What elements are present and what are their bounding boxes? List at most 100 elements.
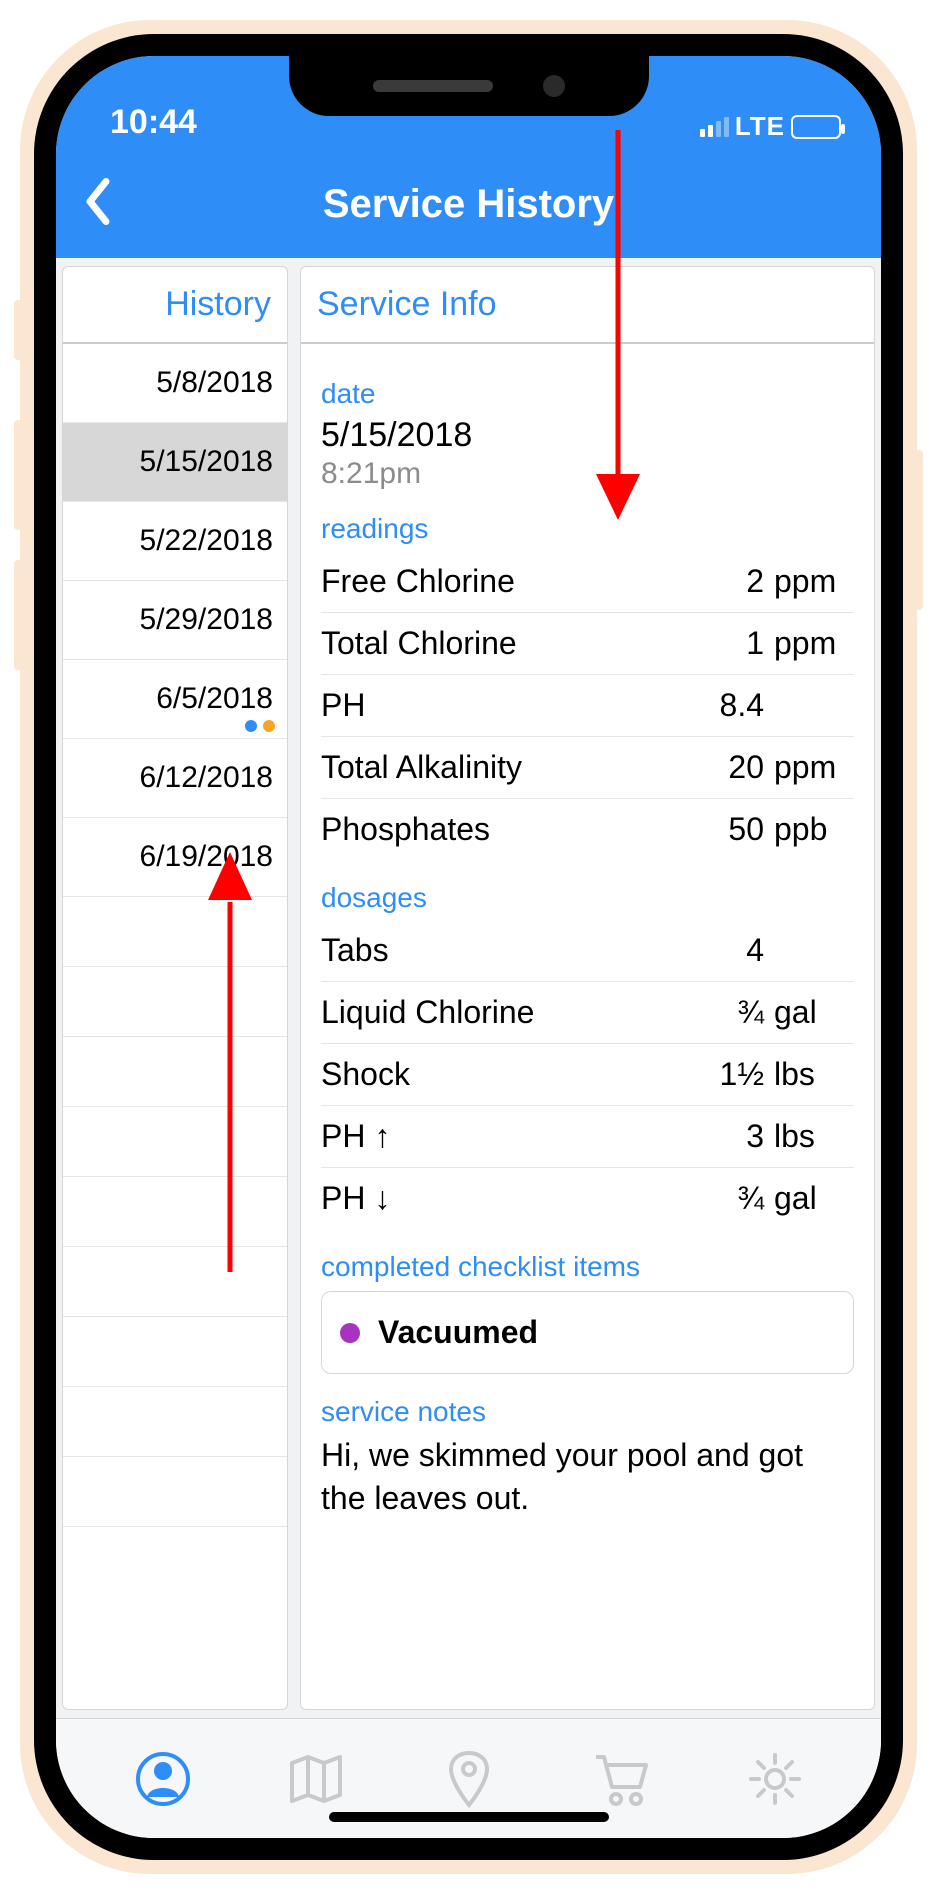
dosages-row: Tabs4	[321, 920, 854, 982]
status-dot-icon	[245, 720, 257, 732]
dosages-unit: gal	[774, 1180, 854, 1217]
history-item-empty	[63, 967, 287, 1037]
back-button[interactable]	[84, 178, 112, 231]
history-item-label: 5/15/2018	[140, 445, 273, 478]
history-item-label: 5/29/2018	[140, 603, 273, 636]
service-info-header: Service Info	[301, 267, 874, 344]
history-item-empty	[63, 1107, 287, 1177]
history-item[interactable]: 6/5/2018	[63, 660, 287, 739]
checklist-dot-icon	[340, 1323, 360, 1343]
screen: 10:44 LTE	[56, 56, 881, 1838]
readings-label: Total Alkalinity	[321, 749, 684, 786]
readings-row: Free Chlorine2ppm	[321, 551, 854, 613]
settings-tab[interactable]	[743, 1747, 807, 1811]
readings-label: Free Chlorine	[321, 563, 684, 600]
readings-row: PH8.4	[321, 675, 854, 737]
checklist-item-label: Vacuumed	[378, 1314, 538, 1351]
status-time: 10:44	[110, 103, 197, 142]
notes-label: service notes	[321, 1396, 854, 1428]
cart-tab[interactable]	[590, 1747, 654, 1811]
home-indicator[interactable]	[329, 1812, 609, 1822]
dosages-row: PH ↓¾gal	[321, 1168, 854, 1229]
signal-icon	[700, 117, 729, 137]
history-header: History	[63, 267, 287, 344]
dosages-value: 3	[684, 1118, 774, 1155]
date-label: date	[321, 378, 854, 410]
history-item-empty	[63, 897, 287, 967]
dosages-row: PH ↑3lbs	[321, 1106, 854, 1168]
readings-table: Free Chlorine2ppmTotal Chlorine1ppmPH8.4…	[321, 551, 854, 860]
readings-row: Total Alkalinity20ppm	[321, 737, 854, 799]
dosages-unit: lbs	[774, 1118, 854, 1155]
history-item-label: 5/8/2018	[156, 366, 273, 399]
status-dots	[245, 720, 275, 732]
dosages-value: 1½	[684, 1056, 774, 1093]
dosages-value: 4	[684, 932, 774, 969]
readings-label: Total Chlorine	[321, 625, 684, 662]
history-item[interactable]: 5/22/2018	[63, 502, 287, 581]
dosages-label: Tabs	[321, 932, 684, 969]
history-item[interactable]: 5/8/2018	[63, 344, 287, 423]
readings-value: 2	[684, 563, 774, 600]
service-time: 8:21pm	[321, 457, 854, 491]
readings-unit: ppb	[774, 811, 854, 848]
history-item[interactable]: 6/19/2018	[63, 818, 287, 897]
dosages-unit: lbs	[774, 1056, 854, 1093]
readings-label: Phosphates	[321, 811, 684, 848]
map-tab[interactable]	[284, 1747, 348, 1811]
history-item[interactable]: 5/15/2018	[63, 423, 287, 502]
history-item-empty	[63, 1037, 287, 1107]
dosages-value: ¾	[684, 1180, 774, 1217]
checklist-label: completed checklist items	[321, 1251, 854, 1283]
phone-body: 10:44 LTE	[34, 34, 903, 1860]
dosages-label: dosages	[321, 882, 854, 914]
dosages-row: Liquid Chlorine¾gal	[321, 982, 854, 1044]
history-list[interactable]: 5/8/2018 5/15/2018 5/22/2018 5/29/2018 6/5/2…	[63, 344, 287, 1709]
content-area: History 5/8/2018 5/15/2018 5/22/2018 5/29/2…	[56, 258, 881, 1718]
battery-icon	[791, 115, 841, 139]
service-date: 5/15/2018	[321, 416, 854, 455]
readings-value: 20	[684, 749, 774, 786]
readings-unit: ppm	[774, 749, 854, 786]
readings-value: 8.4	[684, 687, 774, 724]
checklist-item: Vacuumed	[321, 1291, 854, 1374]
dosages-table: Tabs4Liquid Chlorine¾galShock1½lbsPH ↑3l…	[321, 920, 854, 1229]
dosages-value: ¾	[684, 994, 774, 1031]
profile-tab[interactable]	[131, 1747, 195, 1811]
readings-value: 50	[684, 811, 774, 848]
phone-frame: 10:44 LTE	[20, 20, 917, 1874]
history-panel: History 5/8/2018 5/15/2018 5/22/2018 5/29/2…	[62, 266, 288, 1710]
title-bar: Service History	[56, 150, 881, 258]
page-title: Service History	[323, 182, 614, 227]
dosages-label: PH ↑	[321, 1118, 684, 1155]
history-item-label: 5/22/2018	[140, 524, 273, 557]
dosages-label: Liquid Chlorine	[321, 994, 684, 1031]
history-item-empty	[63, 1317, 287, 1387]
history-item[interactable]: 5/29/2018	[63, 581, 287, 660]
history-item-empty	[63, 1457, 287, 1527]
history-item-empty	[63, 1177, 287, 1247]
checklist: Vacuumed	[321, 1291, 854, 1374]
history-item[interactable]: 6/12/2018	[63, 739, 287, 818]
history-item-label: 6/5/2018	[156, 682, 273, 715]
dosages-label: Shock	[321, 1056, 684, 1093]
readings-label: readings	[321, 513, 854, 545]
dosages-label: PH ↓	[321, 1180, 684, 1217]
network-label: LTE	[735, 111, 785, 142]
history-item-label: 6/19/2018	[140, 840, 273, 873]
readings-row: Phosphates50ppb	[321, 799, 854, 860]
service-info-panel[interactable]: Service Info date 5/15/2018 8:21pm readi…	[300, 266, 875, 1710]
location-tab[interactable]	[437, 1747, 501, 1811]
readings-unit: ppm	[774, 625, 854, 662]
readings-value: 1	[684, 625, 774, 662]
dosages-unit: gal	[774, 994, 854, 1031]
history-item-empty	[63, 1247, 287, 1317]
history-item-empty	[63, 1387, 287, 1457]
dosages-row: Shock1½lbs	[321, 1044, 854, 1106]
status-dot-icon	[263, 720, 275, 732]
readings-unit: ppm	[774, 563, 854, 600]
history-item-label: 6/12/2018	[140, 761, 273, 794]
status-indicators: LTE	[700, 111, 841, 142]
readings-label: PH	[321, 687, 684, 724]
notch	[289, 56, 649, 116]
